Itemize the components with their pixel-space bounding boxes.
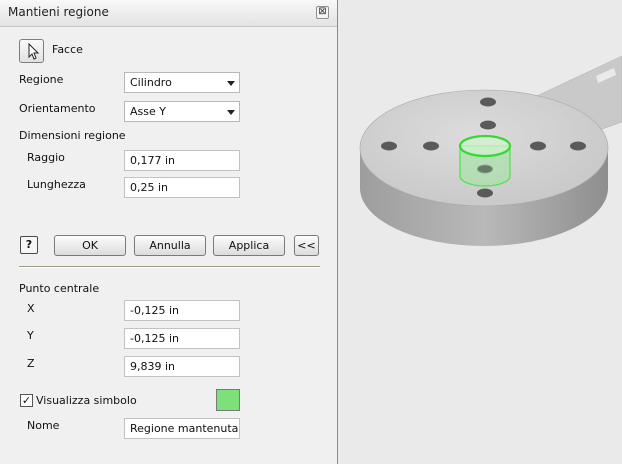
close-icon[interactable]: ⊠ [316, 6, 329, 19]
chevron-down-icon [227, 81, 235, 86]
collapse-button[interactable]: << [294, 235, 319, 256]
region-select[interactable]: Cilindro [124, 72, 240, 93]
length-field[interactable]: 0,25 in [124, 177, 240, 198]
apply-button[interactable]: Applica [213, 235, 285, 256]
dialog-titlebar[interactable]: Mantieni regione ⊠ [0, 0, 337, 27]
hole [480, 97, 496, 107]
region-dimensions-heading: Dimensioni regione [19, 129, 126, 142]
ok-button[interactable]: OK [54, 235, 126, 256]
help-icon[interactable]: ? [20, 236, 38, 254]
radius-label: Raggio [27, 151, 65, 164]
preserve-region-dialog: Mantieni regione ⊠ Facce Regione Cilindr… [0, 0, 338, 464]
name-label: Nome [27, 419, 60, 432]
hole [423, 141, 439, 151]
cancel-button[interactable]: Annulla [134, 235, 206, 256]
y-field[interactable]: -0,125 in [124, 328, 240, 349]
section-separator [19, 266, 320, 268]
cursor-arrow-icon [28, 42, 40, 60]
region-label: Regione [19, 73, 64, 86]
hole [530, 141, 546, 151]
z-label: Z [27, 357, 35, 370]
x-field[interactable]: -0,125 in [124, 300, 240, 321]
radius-field[interactable]: 0,177 in [124, 150, 240, 171]
orientation-select[interactable]: Asse Y [124, 101, 240, 122]
z-field[interactable]: 9,839 in [124, 356, 240, 377]
hole [477, 188, 493, 198]
select-faces-button[interactable] [19, 39, 44, 63]
x-label: X [27, 302, 35, 315]
orientation-select-value: Asse Y [130, 105, 166, 118]
length-label: Lunghezza [27, 178, 86, 191]
center-point-heading: Punto centrale [19, 282, 100, 295]
preserved-region-cylinder [458, 134, 512, 187]
orientation-label: Orientamento [19, 102, 96, 115]
hole [381, 141, 397, 151]
chevron-down-icon [227, 110, 235, 115]
model-viewport[interactable] [338, 0, 622, 464]
dialog-title: Mantieni regione [8, 5, 109, 19]
part-model [359, 55, 622, 246]
show-symbol-label: Visualizza simbolo [36, 394, 137, 407]
name-field[interactable]: Regione mantenuta:1 [124, 418, 240, 439]
hole [480, 120, 496, 130]
region-select-value: Cilindro [130, 76, 172, 89]
show-symbol-checkbox[interactable]: ✓ [20, 394, 33, 407]
hole [570, 141, 586, 151]
faces-label: Facce [52, 43, 83, 56]
y-label: Y [27, 329, 34, 342]
symbol-color-swatch[interactable] [216, 389, 240, 411]
